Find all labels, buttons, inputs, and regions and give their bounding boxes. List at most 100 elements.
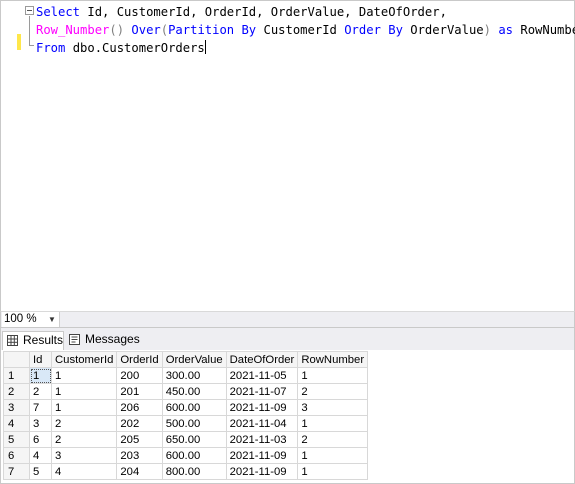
results-tabs: Results Messages (0, 328, 575, 350)
cell-customerid[interactable]: 4 (50, 463, 118, 480)
sql-code[interactable]: Select Id, CustomerId, OrderId, OrderVal… (36, 3, 575, 57)
cell-orderid[interactable]: 201 (116, 383, 163, 400)
table-row[interactable]: 6 4 3 203 600.00 2021-11-09 1 (3, 447, 369, 464)
code-line-3: From dbo.CustomerOrders (36, 39, 575, 57)
keyword-partition-by: Partition By (168, 23, 257, 37)
cell-id[interactable]: 5 (29, 463, 52, 480)
results-table: Id CustomerId OrderId OrderValue DateOfO… (3, 351, 369, 480)
cell-ordervalue[interactable]: 450.00 (161, 383, 227, 400)
cell-id[interactable]: 7 (29, 399, 52, 416)
row-number[interactable]: 1 (3, 367, 30, 384)
results-grid[interactable]: Id CustomerId OrderId OrderValue DateOfO… (0, 350, 575, 484)
keyword-from: From (36, 41, 66, 55)
cell-ordervalue[interactable]: 600.00 (161, 447, 227, 464)
column-header-dateoforder[interactable]: DateOfOrder (225, 351, 299, 368)
tab-results-label: Results (23, 333, 64, 347)
cell-rownumber[interactable]: 1 (297, 367, 369, 384)
cell-dateoforder[interactable]: 2021-11-09 (225, 463, 299, 480)
paren-close: ) (483, 23, 499, 37)
row-number-header[interactable] (3, 351, 30, 368)
row-number[interactable]: 6 (3, 447, 30, 464)
zoom-dropdown[interactable]: 100 % ▼ (2, 312, 60, 327)
cell-customerid[interactable]: 1 (50, 367, 118, 384)
fold-guide (29, 16, 30, 46)
table-row[interactable]: 1 1 1 200 300.00 2021-11-05 1 (3, 367, 369, 384)
row-number[interactable]: 5 (3, 431, 30, 448)
cell-ordervalue[interactable]: 300.00 (161, 367, 227, 384)
paren-open-close: () (109, 23, 132, 37)
cell-ordervalue[interactable]: 650.00 (161, 431, 227, 448)
cell-dateoforder[interactable]: 2021-11-05 (225, 367, 299, 384)
collapse-icon[interactable] (25, 6, 34, 15)
cell-rownumber[interactable]: 2 (297, 383, 369, 400)
column-header-id[interactable]: Id (29, 351, 52, 368)
table-name: dbo.CustomerOrders (65, 41, 205, 55)
cell-orderid[interactable]: 204 (116, 463, 163, 480)
code-line-2: Row_Number() Over(Partition By CustomerI… (36, 21, 575, 39)
tab-messages[interactable]: Messages (65, 331, 140, 350)
cell-customerid[interactable]: 2 (50, 431, 118, 448)
table-row[interactable]: 5 6 2 205 650.00 2021-11-03 2 (3, 431, 369, 448)
tab-results[interactable]: Results (2, 331, 64, 350)
table-row[interactable]: 4 3 2 202 500.00 2021-11-04 1 (3, 415, 369, 432)
table-row[interactable]: 3 7 1 206 600.00 2021-11-09 3 (3, 399, 369, 416)
cell-orderid[interactable]: 202 (116, 415, 163, 432)
cell-orderid[interactable]: 203 (116, 447, 163, 464)
cell-customerid[interactable]: 1 (50, 399, 118, 416)
keyword-as: as (498, 23, 514, 37)
fold-guide-end (29, 45, 34, 46)
cell-id[interactable]: 3 (29, 415, 52, 432)
code-line-1: Select Id, CustomerId, OrderId, OrderVal… (36, 3, 575, 21)
paren-open: ( (160, 23, 169, 37)
cell-id[interactable]: 4 (29, 447, 52, 464)
column-header-rownumber[interactable]: RowNumber (297, 351, 369, 368)
cell-dateoforder[interactable]: 2021-11-09 (225, 399, 299, 416)
column-header-ordervalue[interactable]: OrderValue (161, 351, 227, 368)
cell-dateoforder[interactable]: 2021-11-07 (225, 383, 299, 400)
tab-messages-label: Messages (85, 332, 140, 346)
cell-ordervalue[interactable]: 600.00 (161, 399, 227, 416)
keyword-over: Over (131, 23, 161, 37)
cell-orderid[interactable]: 206 (116, 399, 163, 416)
header-row: Id CustomerId OrderId OrderValue DateOfO… (3, 351, 369, 368)
cell-ordervalue[interactable]: 800.00 (161, 463, 227, 480)
cell-id[interactable]: 6 (29, 431, 52, 448)
cell-dateoforder[interactable]: 2021-11-09 (225, 447, 299, 464)
messages-icon (69, 334, 80, 345)
cell-dateoforder[interactable]: 2021-11-03 (225, 431, 299, 448)
row-number[interactable]: 2 (3, 383, 30, 400)
text-cursor (204, 40, 206, 54)
row-number[interactable]: 4 (3, 415, 30, 432)
cell-customerid[interactable]: 3 (50, 447, 118, 464)
cell-id[interactable]: 2 (29, 383, 52, 400)
dropdown-caret-icon: ▼ (48, 315, 56, 324)
cell-orderid[interactable]: 205 (116, 431, 163, 448)
cell-rownumber[interactable]: 1 (297, 447, 369, 464)
keyword-select: Select (36, 5, 81, 19)
column-header-customerid[interactable]: CustomerId (50, 351, 118, 368)
grid-icon (7, 335, 18, 346)
cell-rownumber[interactable]: 1 (297, 463, 369, 480)
function-row-number: Row_Number (36, 23, 110, 37)
row-number[interactable]: 7 (3, 463, 30, 480)
table-row[interactable]: 7 5 4 204 800.00 2021-11-09 1 (3, 463, 369, 480)
cell-dateoforder[interactable]: 2021-11-04 (225, 415, 299, 432)
query-editor[interactable]: Select Id, CustomerId, OrderId, OrderVal… (0, 0, 575, 311)
cell-orderid[interactable]: 200 (116, 367, 163, 384)
cell-customerid[interactable]: 2 (50, 415, 118, 432)
table-row[interactable]: 2 2 1 201 450.00 2021-11-07 2 (3, 383, 369, 400)
cell-rownumber[interactable]: 1 (297, 415, 369, 432)
row-number[interactable]: 3 (3, 399, 30, 416)
cell-rownumber[interactable]: 3 (297, 399, 369, 416)
order-column: OrderValue (402, 23, 484, 37)
column-alias: RowNumber (520, 23, 575, 37)
partition-column: CustomerId (256, 23, 345, 37)
cell-customerid[interactable]: 1 (50, 383, 118, 400)
cell-id[interactable]: 1 (29, 367, 52, 384)
zoom-bar: 100 % ▼ (0, 311, 575, 328)
change-indicator (17, 34, 21, 50)
cell-rownumber[interactable]: 2 (297, 431, 369, 448)
column-header-orderid[interactable]: OrderId (116, 351, 163, 368)
cell-ordervalue[interactable]: 500.00 (161, 415, 227, 432)
keyword-order-by: Order By (344, 23, 403, 37)
